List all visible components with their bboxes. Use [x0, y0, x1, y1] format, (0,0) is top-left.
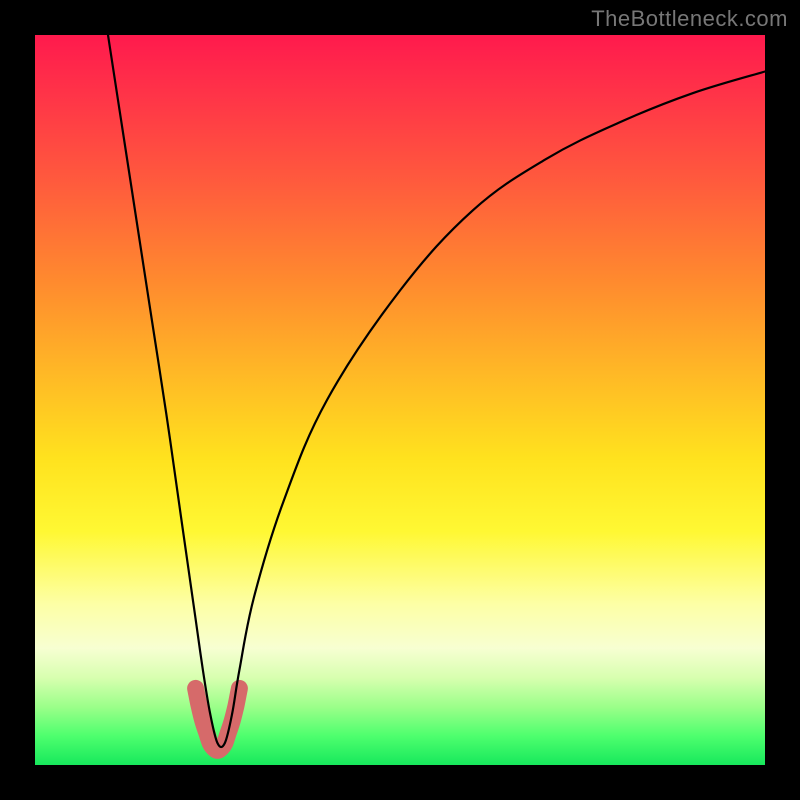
curve-layer	[35, 35, 765, 765]
black-curve-path	[108, 35, 765, 747]
watermark-text: TheBottleneck.com	[591, 6, 788, 32]
chart-frame: TheBottleneck.com	[0, 0, 800, 800]
plot-area	[35, 35, 765, 765]
